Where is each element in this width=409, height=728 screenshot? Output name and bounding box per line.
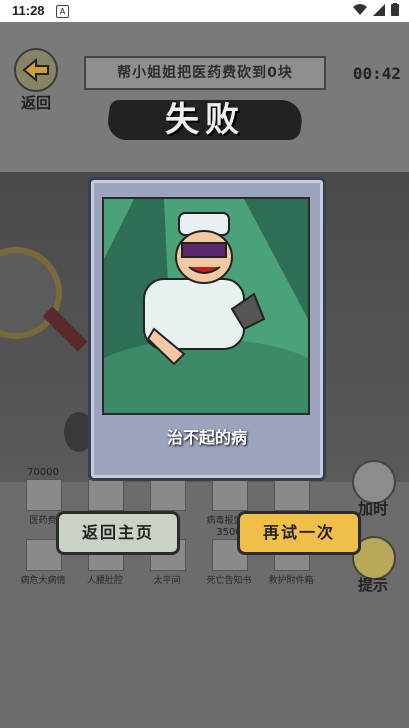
home-button[interactable]: 返回主页 (56, 511, 180, 555)
prop-name: 病危大病情 (20, 576, 66, 586)
status-bar: 11:28 A (0, 0, 409, 22)
back-label: 返回 (20, 94, 51, 112)
status-icons (353, 3, 399, 16)
prop-count: 70000 (27, 467, 59, 478)
back-arrow-icon (14, 48, 58, 92)
wifi-icon (353, 3, 367, 15)
notification-icon: A (56, 5, 69, 18)
result-card: 治不起的病 (88, 177, 326, 481)
countdown-timer: 00:42 (352, 64, 401, 83)
hint-label: 提示 (357, 576, 388, 594)
doctor-illustration (102, 197, 310, 415)
prop-image (212, 479, 248, 511)
task-banner: 帮小姐姐把医药费砍到0块 (84, 56, 326, 90)
prop-name: 死亡告知书 (206, 576, 252, 586)
prop-image (26, 479, 62, 511)
result-title: 失败 (165, 100, 245, 140)
fail-banner: 失败 (105, 94, 305, 146)
battery-icon (391, 3, 399, 16)
signal-icon (373, 3, 385, 16)
prop-name: 人腰肚腔 (86, 576, 123, 586)
prop-name: 救护附件箱 (268, 576, 314, 586)
game-screen: 返回 帮小姐姐把医药费砍到0块 00:42 失败 70000医药费 50 110… (0, 22, 409, 728)
prop-image (150, 479, 186, 511)
result-caption: 治不起的病 (166, 428, 247, 447)
retry-button[interactable]: 再试一次 (237, 511, 361, 555)
prop-image (274, 479, 310, 511)
prop-image (88, 479, 124, 511)
back-button[interactable]: 返回 (12, 48, 60, 112)
top-hud: 返回 帮小姐姐把医药费砍到0块 00:42 失败 (0, 22, 409, 172)
prop-name: 太平间 (153, 576, 181, 586)
clock: 11:28 (12, 3, 45, 18)
